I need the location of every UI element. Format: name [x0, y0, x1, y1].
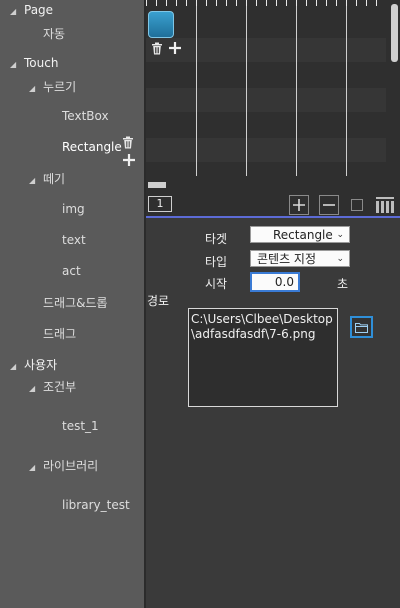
tree-item-drag[interactable]: 드래그 [43, 325, 76, 342]
expand-triangle-icon[interactable]: ◢ [29, 384, 35, 393]
expand-triangle-icon[interactable]: ◢ [29, 176, 35, 185]
path-textarea[interactable]: C:\Users\Clbee\Desktop \adfasdfasdf\7-6.… [188, 308, 338, 407]
tree-item-test1[interactable]: test_1 [62, 419, 99, 433]
add-icon[interactable] [121, 152, 137, 168]
tree-item-condition[interactable]: 조건부 [43, 378, 76, 395]
chevron-down-icon: ⌄ [336, 230, 344, 240]
type-label: 타입 [205, 255, 228, 269]
expand-triangle-icon[interactable]: ◢ [29, 463, 35, 472]
tree-item-textbox[interactable]: TextBox [62, 109, 109, 123]
tree-item-library[interactable]: 라이브러리 [43, 457, 98, 474]
tree-item-swipe[interactable]: 떼기 [43, 170, 65, 187]
horizontal-scrollbar[interactable] [148, 182, 166, 188]
timeline-row [146, 88, 386, 112]
tree-item-touch[interactable]: Touch [24, 56, 58, 70]
start-label: 시작 [205, 277, 228, 291]
timeline-row [146, 138, 386, 162]
tree-item-img[interactable]: img [62, 202, 85, 216]
tree-item-dragdrop[interactable]: 드래그&드롭 [43, 294, 108, 311]
vertical-scrollbar[interactable] [391, 4, 398, 62]
timeline-ruler[interactable] [146, 0, 386, 6]
trash-icon[interactable] [121, 135, 135, 149]
properties-panel: 타겟 Rectangle ⌄ 타입 콘텐츠 지정 ⌄ 시작 0.0 초 경로 C… [146, 218, 400, 608]
tree-item-rectangle[interactable]: Rectangle [62, 140, 122, 154]
fit-columns-icon[interactable] [375, 195, 395, 215]
target-value: Rectangle [273, 228, 333, 242]
zoom-out-icon[interactable] [319, 195, 339, 215]
folder-icon[interactable] [350, 316, 373, 338]
add-icon[interactable] [167, 40, 183, 56]
expand-triangle-icon[interactable]: ◢ [10, 7, 16, 16]
expand-triangle-icon[interactable]: ◢ [29, 84, 35, 93]
expand-triangle-icon[interactable]: ◢ [10, 362, 16, 371]
scene-tree: ◢ Page 자동 ◢ Touch ◢ 누르기 TextBox Rectangl… [0, 0, 144, 608]
tree-item-act[interactable]: act [62, 264, 81, 278]
zoom-in-icon[interactable] [289, 195, 309, 215]
tree-item-text[interactable]: text [62, 233, 86, 247]
path-label: 경로 [147, 294, 170, 308]
trash-icon[interactable] [150, 41, 164, 55]
tree-item-auto[interactable]: 자동 [43, 25, 65, 42]
start-time-input[interactable]: 0.0 [250, 272, 300, 292]
page-thumbnail[interactable] [148, 11, 174, 38]
chevron-down-icon: ⌄ [336, 254, 344, 264]
timeline-panel: 1 [146, 0, 400, 216]
timeline-gridline [196, 6, 197, 176]
timeline-gridline [246, 6, 247, 176]
timeline-gridline [296, 6, 297, 176]
type-dropdown[interactable]: 콘텐츠 지정 ⌄ [250, 250, 350, 267]
timeline-gridline [346, 6, 347, 176]
page-number-box[interactable]: 1 [148, 196, 172, 212]
type-value: 콘텐츠 지정 [257, 252, 317, 266]
tree-item-page[interactable]: Page [24, 3, 53, 17]
tree-item-press[interactable]: 누르기 [43, 78, 76, 95]
tree-item-user[interactable]: 사용자 [24, 356, 57, 373]
target-dropdown[interactable]: Rectangle ⌄ [250, 226, 350, 243]
expand-triangle-icon[interactable]: ◢ [10, 60, 16, 69]
target-label: 타겟 [205, 232, 228, 246]
seconds-unit: 초 [337, 277, 349, 291]
tree-item-library-test[interactable]: library_test [62, 498, 130, 512]
checkbox-icon[interactable] [351, 199, 363, 211]
